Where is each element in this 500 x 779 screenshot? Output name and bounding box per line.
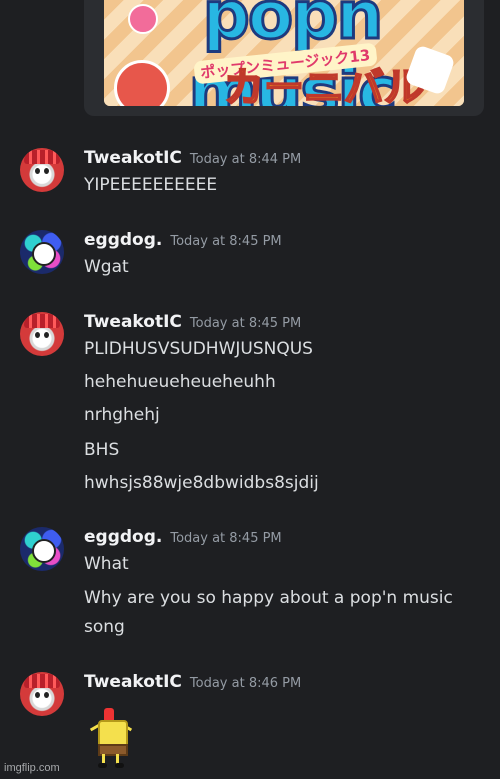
- message-timestamp: Today at 8:44 PM: [189, 152, 302, 167]
- avatar-eye: [35, 332, 40, 338]
- message-username[interactable]: TweakotIC Today at 8:46 PM: [84, 672, 301, 692]
- avatar-eye: [44, 168, 49, 174]
- message-text: What: [84, 554, 129, 574]
- avatar-face: [32, 539, 56, 563]
- avatar-eye: [35, 692, 40, 698]
- avatar[interactable]: [20, 148, 64, 192]
- avatar-hair: [24, 150, 60, 164]
- popn-music-embed-image[interactable]: popn music ポップンミュージック13 カーニバル: [104, 0, 464, 106]
- message-text: PLIDHUSVSUDHWJUSNQUS: [84, 339, 313, 359]
- sticker-hat: [104, 708, 114, 720]
- message-timestamp: Today at 8:46 PM: [189, 676, 302, 691]
- message-text: hehehueueheueheuhh: [84, 372, 276, 392]
- sticker-shoe: [98, 763, 107, 768]
- avatar-eye: [44, 332, 49, 338]
- message-timestamp: Today at 8:45 PM: [189, 316, 302, 331]
- message-text: hwhsjs88wje8dbwidbs8sjdij: [84, 473, 319, 493]
- avatar-face: [32, 242, 56, 266]
- embed-logo-main: popn music: [187, 0, 399, 106]
- message-username[interactable]: eggdog. Today at 8:45 PM: [84, 230, 282, 250]
- message-username[interactable]: eggdog. Today at 8:45 PM: [84, 527, 282, 547]
- imgflip-watermark: imgflip.com: [4, 762, 60, 774]
- spongebob-sticker[interactable]: [88, 706, 144, 770]
- message-text: Why are you so happy about a pop'n music: [84, 588, 453, 608]
- avatar-eye: [44, 692, 49, 698]
- message-username[interactable]: TweakotIC Today at 8:44 PM: [84, 148, 301, 168]
- message-text: Wgat: [84, 257, 129, 277]
- avatar-hair: [24, 674, 60, 688]
- avatar[interactable]: [20, 527, 64, 571]
- avatar-hair: [24, 314, 60, 328]
- message-username[interactable]: TweakotIC Today at 8:45 PM: [84, 312, 301, 332]
- embed-logo-carnival: カーニバル: [223, 65, 425, 106]
- sticker-shoe: [115, 763, 124, 768]
- message-text: nrhghehj: [84, 405, 160, 425]
- message-timestamp: Today at 8:45 PM: [170, 234, 282, 249]
- message-text: BHS: [84, 440, 120, 460]
- message-timestamp: Today at 8:45 PM: [170, 531, 282, 546]
- avatar[interactable]: [20, 230, 64, 274]
- avatar[interactable]: [20, 312, 64, 356]
- avatar-eye: [35, 168, 40, 174]
- message-text: song: [84, 617, 125, 637]
- message-text: YIPEEEEEEEEEE: [84, 175, 218, 195]
- avatar[interactable]: [20, 672, 64, 716]
